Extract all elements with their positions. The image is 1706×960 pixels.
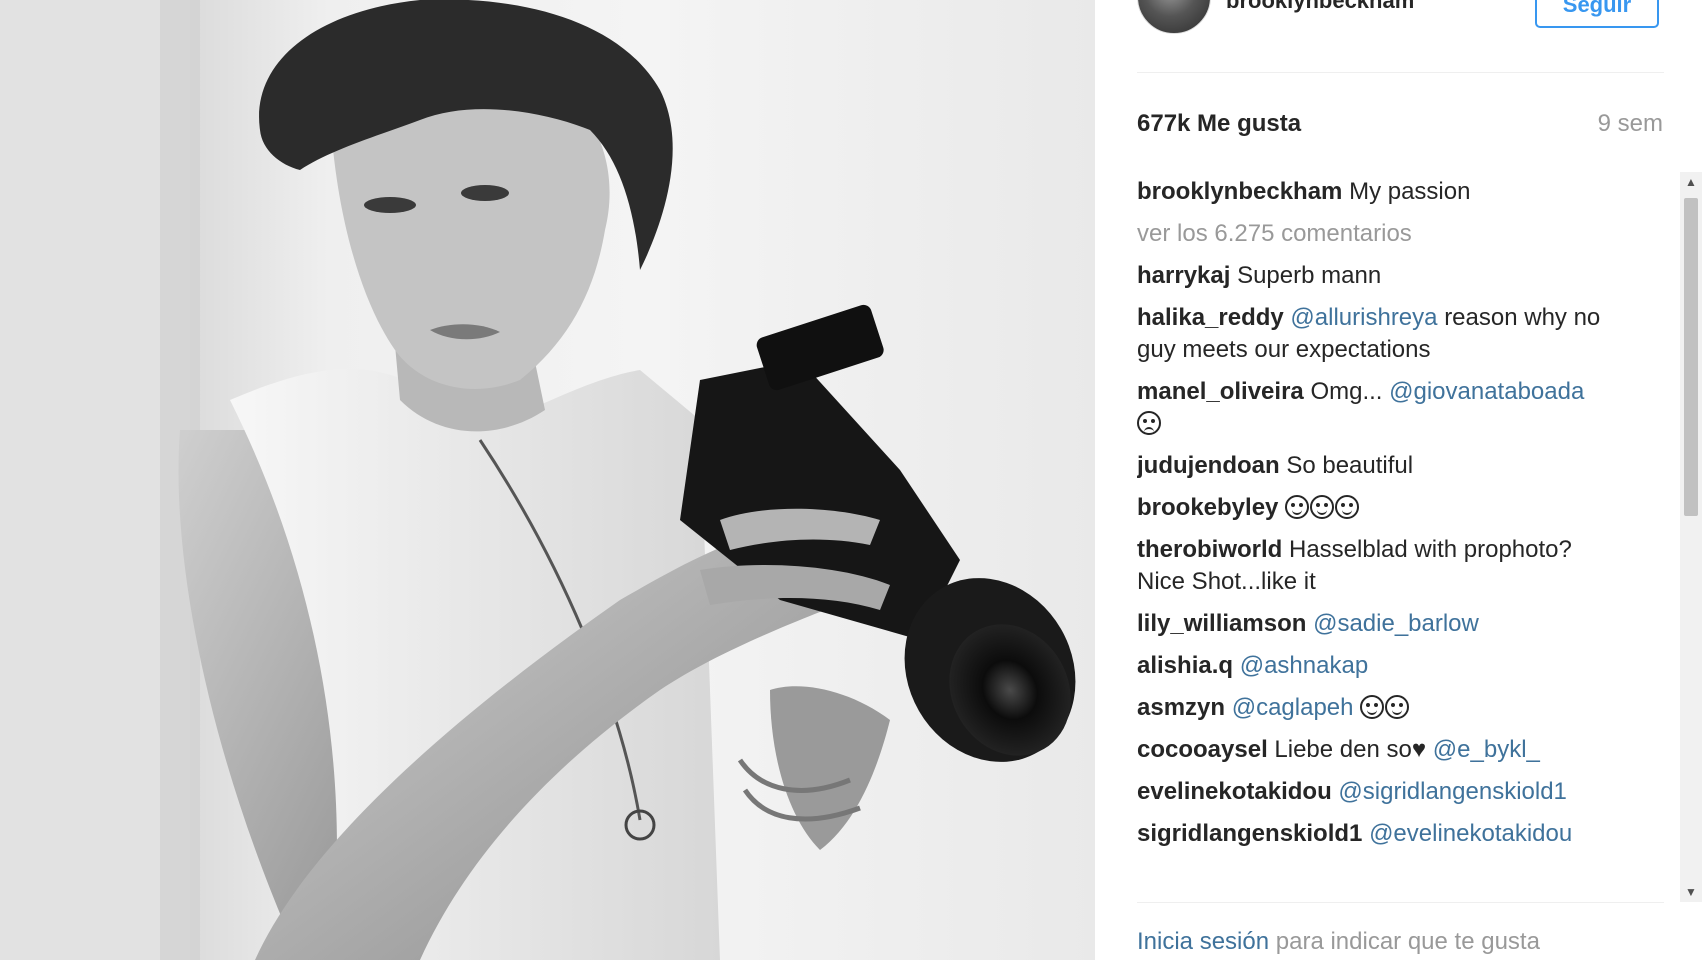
comment-username[interactable]: brookebyley (1137, 494, 1278, 521)
scroll-up-arrow-icon[interactable]: ▲ (1680, 172, 1702, 192)
comments-scrollbar[interactable]: ▲ ▼ (1680, 172, 1702, 902)
smile-emoji-icon (1385, 695, 1410, 719)
comment-username[interactable]: judujendoan (1137, 452, 1280, 479)
post-header: brooklynbeckham Seguir (1137, 0, 1664, 73)
comment-item: cocooaysel Liebe den so♥ @e_bykl_ (1137, 734, 1605, 766)
comment-item: asmzyn @caglapeh (1137, 692, 1605, 724)
comment-username[interactable]: therobiworld (1137, 536, 1282, 563)
comment-text: Superb mann (1237, 262, 1382, 289)
comment-item: manel_oliveira Omg... @giovanataboada (1137, 376, 1605, 440)
comment-username[interactable]: evelinekotakidou (1137, 778, 1332, 805)
view-all-comments-link[interactable]: ver los 6.275 comentarios (1137, 218, 1605, 250)
comment-list[interactable]: brooklynbeckham My passion ver los 6.275… (1137, 176, 1605, 902)
caption: brooklynbeckham My passion (1137, 176, 1605, 208)
comment-item: lily_williamson @sadie_barlow (1137, 608, 1605, 640)
comment-mention[interactable]: @ashnakap (1240, 652, 1368, 679)
caption-username[interactable]: brooklynbeckham (1137, 178, 1342, 205)
scroll-down-arrow-icon[interactable]: ▼ (1680, 882, 1702, 902)
instagram-post-page: brooklynbeckham Seguir 677k Me gusta 9 s… (0, 0, 1706, 960)
author-username[interactable]: brooklynbeckham (1226, 0, 1414, 14)
comment-item: harrykaj Superb mann (1137, 260, 1605, 292)
login-prompt: Inicia sesión para indicar que te gusta (1137, 928, 1540, 956)
comment-username[interactable]: sigridlangenskiold1 (1137, 820, 1362, 847)
comment-mention[interactable]: @evelinekotakidou (1369, 820, 1572, 847)
comment-text: Liebe den so (1274, 736, 1412, 763)
comment-username[interactable]: asmzyn (1137, 694, 1225, 721)
comment-mention[interactable]: @e_bykl_ (1433, 736, 1540, 763)
smile-emoji-icon (1360, 695, 1385, 719)
caption-text: My passion (1349, 178, 1471, 205)
author-avatar[interactable] (1137, 0, 1211, 34)
comment-item: alishia.q @ashnakap (1137, 650, 1605, 682)
comment-item: evelinekotakidou @sigridlangenskiold1 (1137, 776, 1605, 808)
comment-mention[interactable]: @caglapeh (1232, 694, 1354, 721)
smile-emoji-icon (1310, 495, 1335, 519)
comment-item: halika_reddy @allurishreya reason why no… (1137, 302, 1605, 366)
comment-text: So beautiful (1286, 452, 1414, 479)
comment-username[interactable]: halika_reddy (1137, 304, 1284, 331)
comment-username[interactable]: alishia.q (1137, 652, 1233, 679)
smile-emoji-icon (1335, 495, 1360, 519)
heart-icon: ♥ (1411, 736, 1427, 763)
comment-mention[interactable]: @sadie_barlow (1313, 610, 1479, 637)
divider (1137, 902, 1664, 903)
photo-illustration (0, 0, 1076, 960)
login-link[interactable]: Inicia sesión (1137, 928, 1269, 955)
smile-emoji-icon (1285, 495, 1310, 519)
comment-username[interactable]: harrykaj (1137, 262, 1230, 289)
comment-username[interactable]: cocooaysel (1137, 736, 1268, 763)
comment-text: Omg... (1310, 378, 1383, 405)
login-prompt-text: para indicar que te gusta (1275, 928, 1540, 955)
comment-mention[interactable]: @sigridlangenskiold1 (1338, 778, 1567, 805)
like-count[interactable]: 677k Me gusta (1137, 110, 1301, 138)
comment-username[interactable]: manel_oliveira (1137, 378, 1304, 405)
post-time-ago[interactable]: 9 sem (1598, 110, 1663, 138)
comment-mention[interactable]: @giovanataboada (1389, 378, 1584, 405)
comment-item: brookebyley (1137, 492, 1605, 524)
comment-mention[interactable]: @allurishreya (1290, 304, 1437, 331)
scrollbar-thumb[interactable] (1684, 198, 1698, 516)
post-photo[interactable] (0, 0, 1095, 960)
comment-item: therobiworld Hasselblad with prophoto? N… (1137, 534, 1605, 598)
comment-item: sigridlangenskiold1 @evelinekotakidou (1137, 818, 1605, 850)
comment-item: judujendoan So beautiful (1137, 450, 1605, 482)
follow-button[interactable]: Seguir (1535, 0, 1659, 28)
comment-username[interactable]: lily_williamson (1137, 610, 1306, 637)
frown-emoji-icon (1137, 411, 1161, 435)
post-sidebar: brooklynbeckham Seguir 677k Me gusta 9 s… (1095, 0, 1706, 960)
